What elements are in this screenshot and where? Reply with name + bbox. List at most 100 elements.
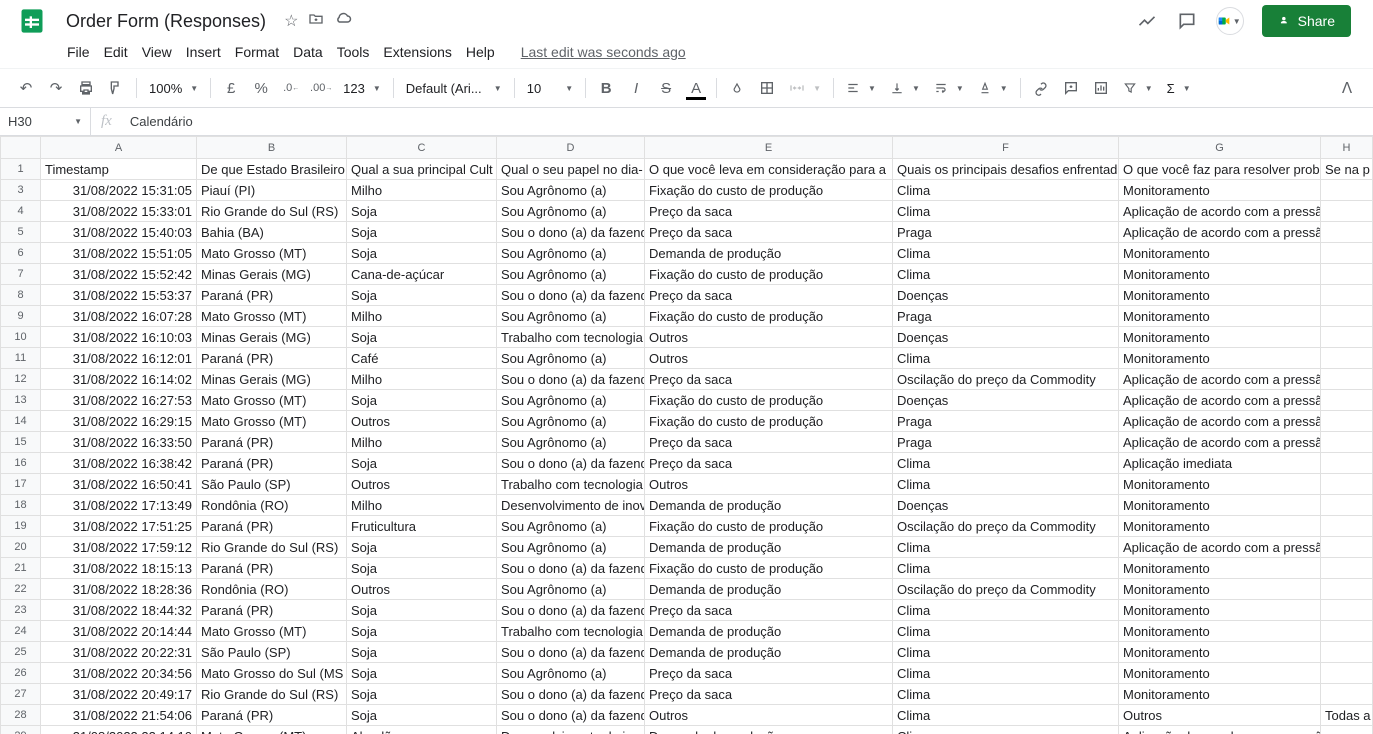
cell[interactable]: Outros: [347, 474, 497, 495]
row-number[interactable]: 19: [1, 516, 41, 537]
cell[interactable]: [1321, 264, 1373, 285]
cell[interactable]: Demanda de produção: [645, 243, 893, 264]
cell[interactable]: Aplicação de acordo com a pressão da pr: [1119, 390, 1321, 411]
move-folder-icon[interactable]: [308, 11, 324, 32]
comments-icon[interactable]: [1176, 10, 1198, 32]
cell[interactable]: Preço da saca: [645, 684, 893, 705]
cell[interactable]: 31/08/2022 15:40:03: [41, 222, 197, 243]
row-number[interactable]: 24: [1, 621, 41, 642]
cell[interactable]: Oscilação do preço da Commodity: [893, 516, 1119, 537]
cell[interactable]: Sou o dono (a) da fazend: [497, 705, 645, 726]
cell[interactable]: Fruticultura: [347, 516, 497, 537]
cell[interactable]: Soja: [347, 663, 497, 684]
row-number[interactable]: 3: [1, 180, 41, 201]
cell[interactable]: Demanda de produção: [645, 579, 893, 600]
cell[interactable]: Mato Grosso (MT): [197, 306, 347, 327]
cell[interactable]: [1321, 642, 1373, 663]
cell[interactable]: [1321, 306, 1373, 327]
cell[interactable]: [1321, 348, 1373, 369]
cell[interactable]: Clima: [893, 726, 1119, 734]
cell[interactable]: Doenças: [893, 285, 1119, 306]
cell[interactable]: Monitoramento: [1119, 243, 1321, 264]
cell[interactable]: Sou o dono (a) da fazend: [497, 558, 645, 579]
cell[interactable]: Paraná (PR): [197, 558, 347, 579]
cell[interactable]: Preço da saca: [645, 369, 893, 390]
row-number[interactable]: 9: [1, 306, 41, 327]
cell[interactable]: Aplicação de acordo com a pressão da pr: [1119, 222, 1321, 243]
cell[interactable]: Monitoramento: [1119, 180, 1321, 201]
cell[interactable]: Monitoramento: [1119, 642, 1321, 663]
cell[interactable]: Soja: [347, 621, 497, 642]
col-header[interactable]: G: [1119, 137, 1321, 159]
cell[interactable]: Sou Agrônomo (a): [497, 201, 645, 222]
menu-edit[interactable]: Edit: [97, 40, 135, 64]
menu-file[interactable]: File: [60, 40, 97, 64]
name-box[interactable]: H30▼: [0, 114, 90, 129]
row-number[interactable]: 27: [1, 684, 41, 705]
cell[interactable]: 31/08/2022 20:49:17: [41, 684, 197, 705]
row-number[interactable]: 5: [1, 222, 41, 243]
currency-icon[interactable]: £: [217, 74, 245, 102]
cell[interactable]: Clima: [893, 642, 1119, 663]
insert-chart-icon[interactable]: [1087, 74, 1115, 102]
fill-color-icon[interactable]: [723, 74, 751, 102]
insert-link-icon[interactable]: [1027, 74, 1055, 102]
cell[interactable]: Milho: [347, 432, 497, 453]
cell[interactable]: [1321, 558, 1373, 579]
col-header[interactable]: B: [197, 137, 347, 159]
text-rotation-icon[interactable]: ▼: [972, 79, 1014, 97]
cell[interactable]: Demanda de produção: [645, 621, 893, 642]
cell[interactable]: Sou o dono (a) da fazend: [497, 369, 645, 390]
cell[interactable]: Sou o dono (a) da fazend: [497, 285, 645, 306]
merge-cells-icon[interactable]: ▼: [783, 78, 827, 98]
row-number[interactable]: 1: [1, 159, 41, 180]
cell[interactable]: [1321, 390, 1373, 411]
cell[interactable]: 31/08/2022 21:54:06: [41, 705, 197, 726]
paint-format-icon[interactable]: [102, 74, 130, 102]
cell[interactable]: Desenvolvimento de inov: [497, 495, 645, 516]
cell[interactable]: Fixação do custo de produção: [645, 411, 893, 432]
undo-icon[interactable]: ↶: [12, 74, 40, 102]
cell[interactable]: O que você faz para resolver prob: [1119, 159, 1321, 180]
document-title[interactable]: Order Form (Responses): [60, 9, 272, 34]
cell[interactable]: Fixação do custo de produção: [645, 180, 893, 201]
cell[interactable]: Minas Gerais (MG): [197, 264, 347, 285]
cell[interactable]: Se na p: [1321, 159, 1373, 180]
col-header[interactable]: E: [645, 137, 893, 159]
cell[interactable]: Soja: [347, 642, 497, 663]
cell[interactable]: Paraná (PR): [197, 348, 347, 369]
borders-icon[interactable]: [753, 74, 781, 102]
cell[interactable]: 31/08/2022 16:29:15: [41, 411, 197, 432]
cell[interactable]: Piauí (PI): [197, 180, 347, 201]
row-number[interactable]: 11: [1, 348, 41, 369]
cell[interactable]: [1321, 222, 1373, 243]
cell[interactable]: [1321, 180, 1373, 201]
cell[interactable]: Soja: [347, 537, 497, 558]
activity-icon[interactable]: [1136, 10, 1158, 32]
collapse-toolbar-icon[interactable]: ᐱ: [1333, 74, 1361, 102]
cell[interactable]: Paraná (PR): [197, 453, 347, 474]
cell[interactable]: Soja: [347, 327, 497, 348]
cell[interactable]: Clima: [893, 537, 1119, 558]
row-number[interactable]: 28: [1, 705, 41, 726]
cell[interactable]: Preço da saca: [645, 285, 893, 306]
cell[interactable]: Milho: [347, 495, 497, 516]
cell[interactable]: 31/08/2022 20:14:44: [41, 621, 197, 642]
strikethrough-icon[interactable]: S: [652, 74, 680, 102]
cell[interactable]: Monitoramento: [1119, 579, 1321, 600]
row-number[interactable]: 16: [1, 453, 41, 474]
filter-icon[interactable]: ▼: [1117, 79, 1159, 97]
cell[interactable]: 31/08/2022 17:51:25: [41, 516, 197, 537]
cell[interactable]: Sou Agrônomo (a): [497, 579, 645, 600]
cell[interactable]: 31/08/2022 22:14:10: [41, 726, 197, 734]
redo-icon[interactable]: ↷: [42, 74, 70, 102]
cell[interactable]: Timestamp: [41, 159, 197, 180]
cell[interactable]: Sou Agrônomo (a): [497, 306, 645, 327]
font-size-select[interactable]: 10▼: [521, 79, 579, 98]
cell[interactable]: Trabalho com tecnologia: [497, 621, 645, 642]
cell[interactable]: Preço da saca: [645, 201, 893, 222]
cell[interactable]: Fixação do custo de produção: [645, 306, 893, 327]
row-number[interactable]: 8: [1, 285, 41, 306]
cell[interactable]: [1321, 621, 1373, 642]
cell[interactable]: Rio Grande do Sul (RS): [197, 537, 347, 558]
